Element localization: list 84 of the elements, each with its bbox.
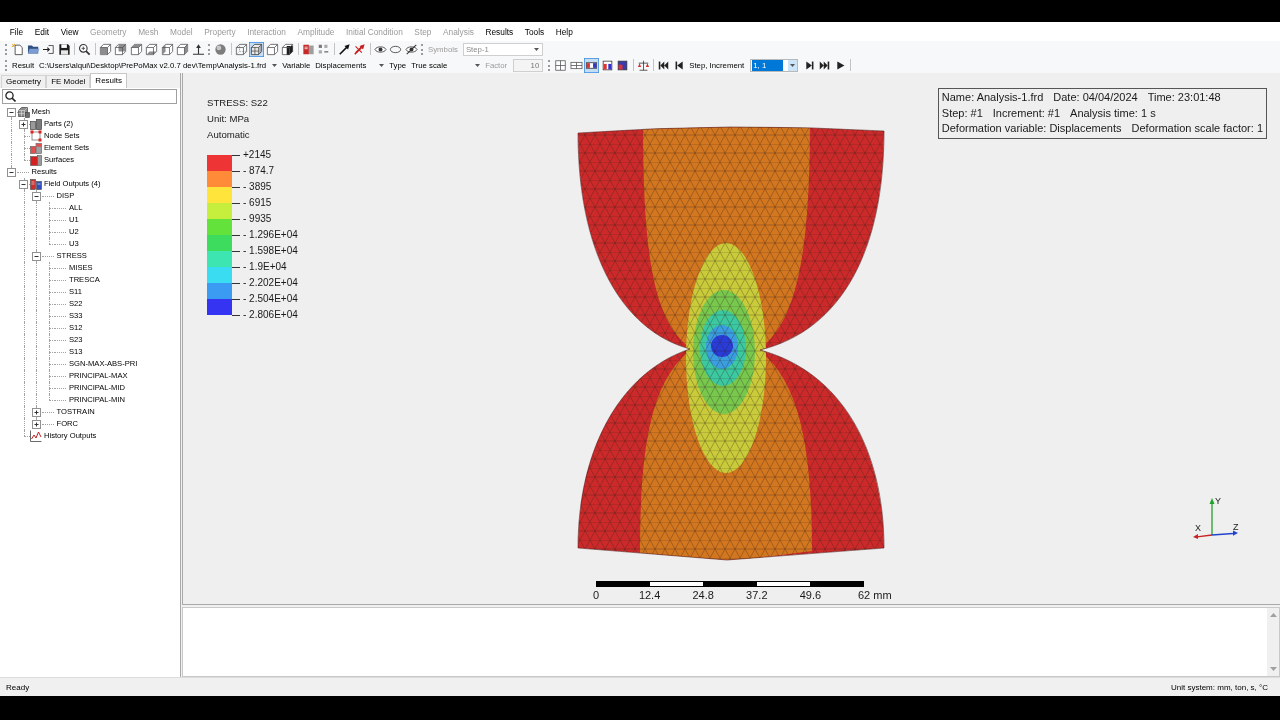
legend-label: - 2.504E+04 <box>232 293 298 305</box>
scale-label: 12.4 <box>638 589 661 602</box>
cube-icon[interactable] <box>97 41 113 57</box>
caret-icon <box>533 47 539 51</box>
scale-label: 0 <box>592 589 600 602</box>
legend-label: - 1.598E+04 <box>232 245 298 257</box>
legend-label: - 6915 <box>232 197 272 209</box>
cube-edges-icon[interactable] <box>249 41 265 57</box>
scale-label: 62 mm <box>858 589 892 602</box>
axis-label: X <box>1195 523 1201 533</box>
zoom-icon[interactable] <box>77 41 93 57</box>
info-text: Increment: #1 <box>992 105 1061 121</box>
legend-label: - 1.296E+04 <box>232 229 298 241</box>
cube-outline-icon[interactable] <box>264 41 280 57</box>
collapse-icon[interactable] <box>6 167 16 177</box>
axis-label: Z <box>1233 522 1239 532</box>
cube-icon[interactable] <box>175 41 191 57</box>
expand-icon[interactable] <box>31 419 41 429</box>
surface-block-icon <box>30 154 42 166</box>
tab[interactable]: Results <box>90 73 128 88</box>
scale-label: 37.2 <box>746 589 768 602</box>
section-cube-icon[interactable] <box>280 41 296 57</box>
collapse-icon[interactable] <box>31 191 41 201</box>
cube-icon[interactable] <box>144 41 160 57</box>
legend-label: +2145 <box>232 149 272 161</box>
axis-label: Y <box>1215 496 1221 506</box>
legend-title: STRESS: S22 <box>207 96 269 110</box>
collapse-icon[interactable] <box>19 179 29 189</box>
blocks-icon <box>30 118 42 130</box>
menu-item[interactable]: Results <box>479 26 519 37</box>
legend-unit: Unit: MPa <box>207 112 251 126</box>
new-file-icon[interactable] <box>10 41 26 57</box>
scale-label: 24.8 <box>692 589 714 602</box>
menu-item[interactable]: Tools <box>519 26 550 37</box>
caret-icon <box>379 63 385 67</box>
info-text: Time: 23:01:48 <box>1147 90 1221 105</box>
caret-icon <box>790 63 796 67</box>
search-field[interactable] <box>2 89 177 104</box>
result-viewport[interactable] <box>182 73 1280 605</box>
info-text: Deformation variable: Displacements <box>941 121 1122 136</box>
save-icon[interactable] <box>56 41 72 57</box>
tab[interactable]: FE Model <box>46 75 91 88</box>
menu-item[interactable]: Help <box>549 26 579 37</box>
expand-icon[interactable] <box>19 119 29 129</box>
scale-label: 49.6 <box>799 589 822 602</box>
tab[interactable]: Geometry <box>1 75 47 88</box>
node-points-icon <box>30 130 42 142</box>
arrow-icon[interactable] <box>336 41 352 57</box>
info-text: Step: #1 <box>941 105 983 121</box>
legend-label: - 1.9E+04 <box>232 261 287 273</box>
info-text: Name: Analysis-1.frd <box>941 90 1044 105</box>
status-text: Ready <box>6 682 30 692</box>
wireframe-cube-icon[interactable] <box>233 41 249 57</box>
contour-bar-icon[interactable] <box>584 57 600 73</box>
sphere-icon[interactable] <box>213 41 229 57</box>
cube-icon[interactable] <box>159 41 175 57</box>
collapse-icon[interactable] <box>31 251 41 261</box>
collapse-icon[interactable] <box>6 107 16 117</box>
perpendicular-icon[interactable] <box>190 41 206 57</box>
menu-item[interactable]: Edit <box>28 26 55 37</box>
line-graph-icon <box>30 430 42 442</box>
legend-label: - 874.7 <box>232 165 275 177</box>
cubes-icon <box>17 106 30 118</box>
cube-icon[interactable] <box>113 41 129 57</box>
info-text: Analysis time: 1 s <box>1070 105 1156 121</box>
menu-item[interactable]: File <box>4 26 29 37</box>
legend-label: - 9935 <box>232 213 272 225</box>
crossed-arrow-icon[interactable] <box>352 41 368 57</box>
info-text: Date: 04/04/2024 <box>1053 90 1138 105</box>
legend-label: - 2.806E+04 <box>232 309 298 321</box>
info-text: Deformation scale factor: 1 <box>1131 121 1263 136</box>
cube-icon[interactable] <box>128 41 144 57</box>
element-blocks-icon <box>30 142 42 154</box>
search-icon <box>5 91 16 102</box>
unit-system-text: Unit system: mm, ton, s, °C <box>1171 682 1268 692</box>
menu-item[interactable]: View <box>54 26 85 37</box>
stacked-bars-icon <box>30 178 42 190</box>
legend-label: - 3895 <box>232 181 272 193</box>
legend-label: - 2.202E+04 <box>232 277 298 289</box>
legend-mode: Automatic <box>207 128 251 142</box>
caret-icon <box>475 63 481 67</box>
grid-icon[interactable] <box>553 57 569 73</box>
caret-icon <box>272 63 278 67</box>
expand-icon[interactable] <box>31 407 41 417</box>
